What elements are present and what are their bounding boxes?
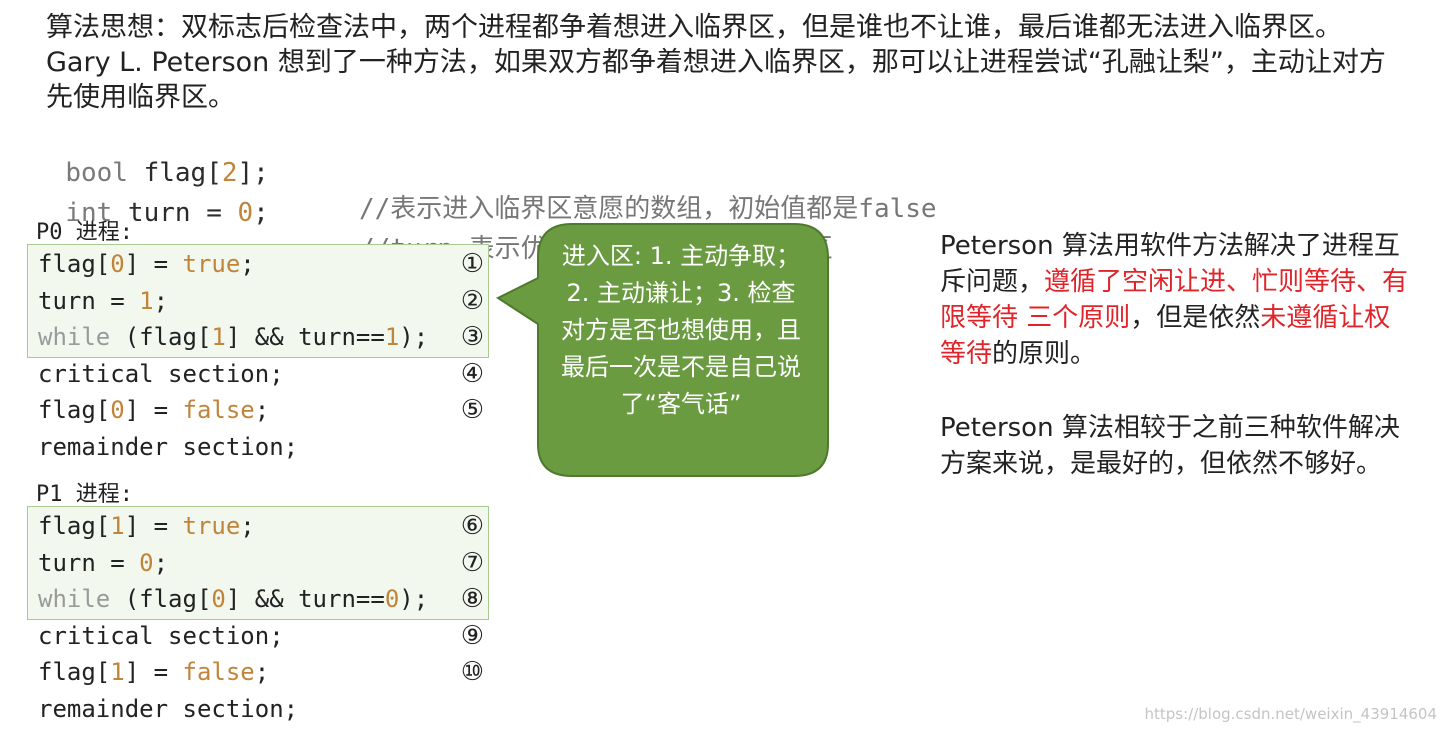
code-token-post: ); [399, 585, 429, 613]
code-token-mid: ] && turn== [225, 585, 385, 613]
code-token-post: ; [240, 512, 255, 540]
line-number-marker: ⑩ [460, 657, 484, 687]
code-token-mid: ] && turn== [225, 323, 385, 351]
code-token-lit: false [182, 396, 255, 424]
code-token-kw: while [38, 323, 111, 351]
code-token-pre: remainder section; [38, 694, 299, 723]
code-token-mid: ] = [124, 250, 183, 278]
code-line: while (flag[1] && turn==1); ③ [38, 320, 484, 354]
side-note-1-part2: ，但是依然 [1130, 303, 1261, 333]
code-line: flag[0] = true; ① [38, 247, 484, 281]
code-line: remainder section; [38, 692, 484, 726]
turn-init: 0 [237, 198, 254, 228]
code-token-num: 1 [211, 323, 226, 351]
callout-text: 进入区: 1. 主动争取；2. 主动谦让；3. 检查对方是否也想使用，且最后一次… [561, 242, 801, 418]
line-number-marker: ③ [460, 322, 484, 352]
code-token-pre: flag[ [38, 512, 111, 540]
code-token-pre: flag[ [38, 396, 111, 424]
code-line: flag[1] = false; ⑩ [38, 655, 484, 689]
line-number-marker: ⑧ [460, 584, 484, 614]
code-token-post: ; [254, 658, 270, 686]
code-token-mid: ] = [124, 658, 183, 686]
code-token-post: ; [240, 250, 255, 278]
code-token-pre: (flag[ [110, 323, 212, 351]
code-token-post: ; [254, 396, 270, 424]
code-token-num: 0 [110, 250, 125, 278]
code-line: critical section; ④ [38, 357, 484, 391]
code-token-num: 0 [139, 548, 154, 577]
code-token-pre: (flag[ [110, 585, 212, 613]
code-token-mid: ] = [124, 396, 183, 424]
line-number-marker: ⑤ [460, 395, 484, 425]
code-line: turn = 1; ② [38, 284, 484, 318]
code-token-num: 1 [139, 286, 154, 315]
line-number-marker: ⑨ [460, 620, 484, 651]
code-token-pre: remainder section; [38, 432, 299, 461]
flag-comment: //表示进入临界区意愿的数组，初始值都是false [359, 194, 937, 224]
side-note-principles: Peterson 算法用软件方法解决了进程互斥问题，遵循了空闲让进、忙则等待、有… [940, 228, 1410, 372]
code-token-kw: while [38, 585, 111, 613]
watermark: https://blog.csdn.net/weixin_43914604 [1144, 705, 1437, 723]
intro-paragraph: 算法思想：双标志后检查法中，两个进程都争着想进入临界区，但是谁也不让谁，最后谁都… [46, 12, 1386, 113]
line-number-marker: ⑥ [460, 511, 484, 541]
code-token-lit: true [182, 250, 241, 278]
line-number-marker: ④ [460, 358, 484, 389]
code-token-lit: false [182, 658, 255, 686]
turn-end: ; [253, 198, 269, 228]
code-token-num: 0 [110, 396, 125, 424]
code-line: turn = 0; ⑦ [38, 546, 484, 580]
code-token-num: 1 [110, 512, 125, 540]
code-token-pre: turn = [38, 548, 140, 577]
code-token-pre: critical section; [38, 359, 284, 388]
code-line: critical section; ⑨ [38, 619, 484, 653]
p1-label: P1 进程: [36, 482, 133, 507]
code-token-num: 0 [211, 585, 226, 613]
code-line: flag[1] = true; ⑥ [38, 509, 484, 543]
code-token-post: ; [153, 286, 169, 315]
code-line: flag[0] = false; ⑤ [38, 393, 484, 427]
code-token-pre: flag[ [38, 250, 111, 278]
code-token-num2: 1 [384, 323, 400, 351]
entry-section-callout: 进入区: 1. 主动争取；2. 主动谦让；3. 检查对方是否也想使用，且最后一次… [494, 222, 834, 480]
line-number-marker: ⑦ [460, 547, 484, 578]
code-token-num: 1 [110, 658, 125, 686]
code-token-post: ; [153, 548, 169, 577]
code-token-lit: true [182, 512, 241, 540]
p0-label: P0 进程: [36, 220, 133, 245]
line-number-marker: ① [460, 249, 484, 279]
code-line: remainder section; [38, 430, 484, 464]
code-token-post: ); [399, 323, 429, 351]
code-token-pre: flag[ [38, 658, 111, 686]
code-token-pre: critical section; [38, 621, 284, 650]
line-number-marker: ② [460, 285, 484, 316]
code-token-num2: 0 [384, 585, 400, 613]
side-note-evaluation: Peterson 算法相较于之前三种软件解决方案来说，是最好的，但依然不够好。 [940, 413, 1400, 479]
code-line: while (flag[0] && turn==0); ⑧ [38, 582, 484, 616]
code-token-mid: ] = [124, 512, 183, 540]
side-note-1-part3: 的原则。 [992, 339, 1097, 369]
code-token-pre: turn = [38, 286, 140, 315]
